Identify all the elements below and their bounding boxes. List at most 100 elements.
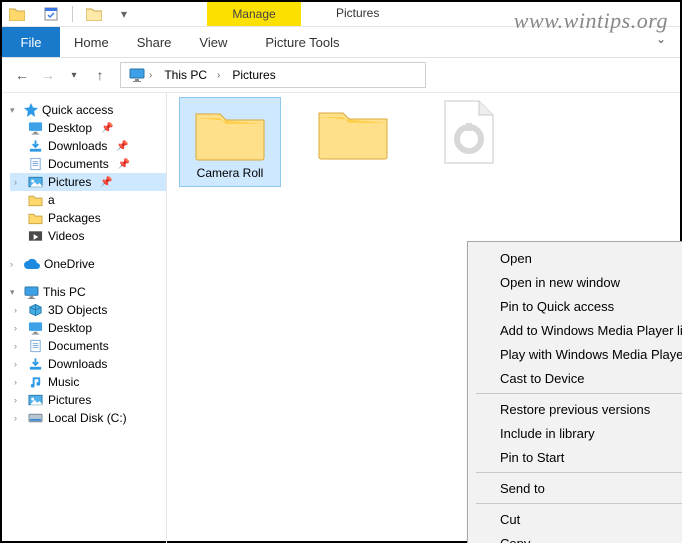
documents-icon xyxy=(28,339,43,353)
breadcrumb-this-pc[interactable]: This PC› xyxy=(158,68,226,82)
sidebar-item-videos[interactable]: Videos xyxy=(10,227,166,245)
sidebar-item-label: Desktop xyxy=(48,321,92,335)
chevron-right-icon: › xyxy=(14,413,17,423)
sidebar-item-label: Documents xyxy=(48,339,109,353)
sidebar-item-pictures[interactable]: ›Pictures xyxy=(10,391,166,409)
folder-item-camera-roll[interactable]: Camera Roll xyxy=(179,97,281,187)
pictures-icon xyxy=(28,175,43,189)
menu-item-copy[interactable]: Copy xyxy=(470,531,682,543)
context-menu: Open Open in new window Pin to Quick acces… xyxy=(467,241,682,543)
chevron-right-icon: › xyxy=(14,341,17,351)
navigation-pane: ▾ Quick access Desktop📌Downloads📌Documen… xyxy=(2,93,167,543)
sidebar-item-local-disk-c-[interactable]: ›Local Disk (C:) xyxy=(10,409,166,427)
sidebar-item-pictures[interactable]: ›Pictures📌 xyxy=(10,173,166,191)
chevron-right-icon: › xyxy=(149,70,152,81)
onedrive-header[interactable]: › OneDrive xyxy=(10,255,166,273)
sidebar-item-label: 3D Objects xyxy=(48,303,107,317)
downloads-icon xyxy=(28,357,43,371)
sidebar-item-music[interactable]: ›Music xyxy=(10,373,166,391)
menu-item-pin-to-quick-access[interactable]: Pin to Quick access xyxy=(470,294,682,318)
onedrive-group: › OneDrive xyxy=(10,255,166,273)
chevron-right-icon: › xyxy=(14,359,17,369)
file-tab[interactable]: File xyxy=(2,27,60,57)
quick-access-group: ▾ Quick access Desktop📌Downloads📌Documen… xyxy=(10,101,166,245)
menu-item-label: Play with Windows Media Player xyxy=(500,347,682,362)
sidebar-item-label: Packages xyxy=(48,211,101,225)
menu-item-label: Add to Windows Media Player list xyxy=(500,323,682,338)
menu-item-send-to[interactable]: Send to〉 xyxy=(470,476,682,500)
menu-item-open[interactable]: Open xyxy=(470,246,682,270)
this-pc-group: ▾ This PC ›3D Objects›Desktop›Documents›… xyxy=(10,283,166,427)
sidebar-item-3d-objects[interactable]: ›3D Objects xyxy=(10,301,166,319)
content-pane[interactable]: Camera Roll Open Open in new window Pin to… xyxy=(167,93,680,543)
tab-view[interactable]: View xyxy=(185,27,241,57)
menu-item-label: Restore previous versions xyxy=(500,402,650,417)
menu-item-include-in-library[interactable]: Include in library〉 xyxy=(470,421,682,445)
chevron-right-icon: › xyxy=(14,177,17,187)
tab-picture-tools[interactable]: Picture Tools xyxy=(251,27,353,57)
sidebar-item-downloads[interactable]: ›Downloads xyxy=(10,355,166,373)
menu-item-label: Open in new window xyxy=(500,275,620,290)
item-label: Camera Roll xyxy=(180,166,280,186)
pin-icon: 📌 xyxy=(116,141,128,152)
explorer-window: ▾ Manage Pictures www.wintips.org File H… xyxy=(0,0,682,543)
music-icon xyxy=(28,375,43,389)
sidebar-item-label: Music xyxy=(48,375,79,389)
properties-qat-icon[interactable] xyxy=(42,5,60,23)
sidebar-item-documents[interactable]: › Documents xyxy=(10,337,166,355)
pictures-icon xyxy=(28,393,43,407)
sidebar-item-label: Pictures xyxy=(48,175,91,189)
folder-icon xyxy=(28,211,43,225)
breadcrumb-pictures[interactable]: Pictures xyxy=(226,68,281,82)
sidebar-item-desktop[interactable]: › Desktop xyxy=(10,319,166,337)
titlebar: ▾ Manage Pictures www.wintips.org xyxy=(2,2,680,27)
menu-item-label: Cut xyxy=(500,512,520,527)
menu-item-pin-to-start[interactable]: Pin to Start xyxy=(470,445,682,469)
up-button[interactable]: ↑ xyxy=(90,65,110,85)
menu-item-cut[interactable]: Cut xyxy=(470,507,682,531)
menu-item-label: Copy xyxy=(500,536,530,543)
menu-item-label: Send to xyxy=(500,481,545,496)
quick-access-toolbar: ▾ xyxy=(2,5,135,23)
new-folder-qat-icon[interactable] xyxy=(85,5,103,23)
menu-item-open-in-new-window[interactable]: Open in new window xyxy=(470,270,682,294)
quick-access-header[interactable]: ▾ Quick access xyxy=(10,101,166,119)
tab-share[interactable]: Share xyxy=(123,27,186,57)
menu-item-restore-previous-versions[interactable]: Restore previous versions xyxy=(470,397,682,421)
ribbon-collapse-icon[interactable]: ⌄ xyxy=(656,32,666,46)
menu-item-play-with-windows-media-player[interactable]: Play with Windows Media Player xyxy=(470,342,682,366)
sidebar-item-label: Desktop xyxy=(48,121,92,135)
window-title: Pictures xyxy=(336,6,379,20)
cloud-icon xyxy=(24,258,40,270)
downloads-icon xyxy=(28,139,43,153)
folder-icon xyxy=(8,5,26,23)
recent-locations-icon[interactable]: ▾ xyxy=(64,65,84,85)
chevron-right-icon: › xyxy=(14,323,17,333)
sidebar-item-desktop[interactable]: Desktop📌 xyxy=(10,119,166,137)
tab-home[interactable]: Home xyxy=(60,27,123,57)
desktop-icon xyxy=(28,121,43,135)
menu-item-label: Include in library xyxy=(500,426,595,441)
sidebar-item-packages[interactable]: Packages xyxy=(10,209,166,227)
back-button[interactable]: ← xyxy=(12,65,32,85)
sidebar-item-documents[interactable]: Documents📌 xyxy=(10,155,166,173)
menu-item-add-to-windows-media-player-list[interactable]: Add to Windows Media Player list xyxy=(470,318,682,342)
this-pc-header[interactable]: ▾ This PC xyxy=(10,283,166,301)
body: ▾ Quick access Desktop📌Downloads📌Documen… xyxy=(2,93,680,543)
folder-icon xyxy=(317,103,389,161)
separator xyxy=(72,6,73,22)
folder-item[interactable] xyxy=(303,97,403,165)
address-bar[interactable]: › This PC› Pictures xyxy=(120,62,426,88)
sidebar-item-label: Videos xyxy=(48,229,84,243)
forward-button[interactable]: → xyxy=(38,65,58,85)
qat-dropdown-icon[interactable]: ▾ xyxy=(119,5,129,23)
sidebar-item-a[interactable]: a xyxy=(10,191,166,209)
file-item[interactable] xyxy=(419,93,519,169)
sidebar-item-downloads[interactable]: Downloads📌 xyxy=(10,137,166,155)
menu-separator xyxy=(476,472,682,473)
chevron-right-icon: › xyxy=(217,70,220,81)
sidebar-item-label: a xyxy=(48,193,55,207)
breadcrumb-root[interactable]: › xyxy=(123,68,158,82)
chevron-down-icon: ▾ xyxy=(10,105,20,116)
menu-item-cast-to-device[interactable]: Cast to Device〉 xyxy=(470,366,682,390)
